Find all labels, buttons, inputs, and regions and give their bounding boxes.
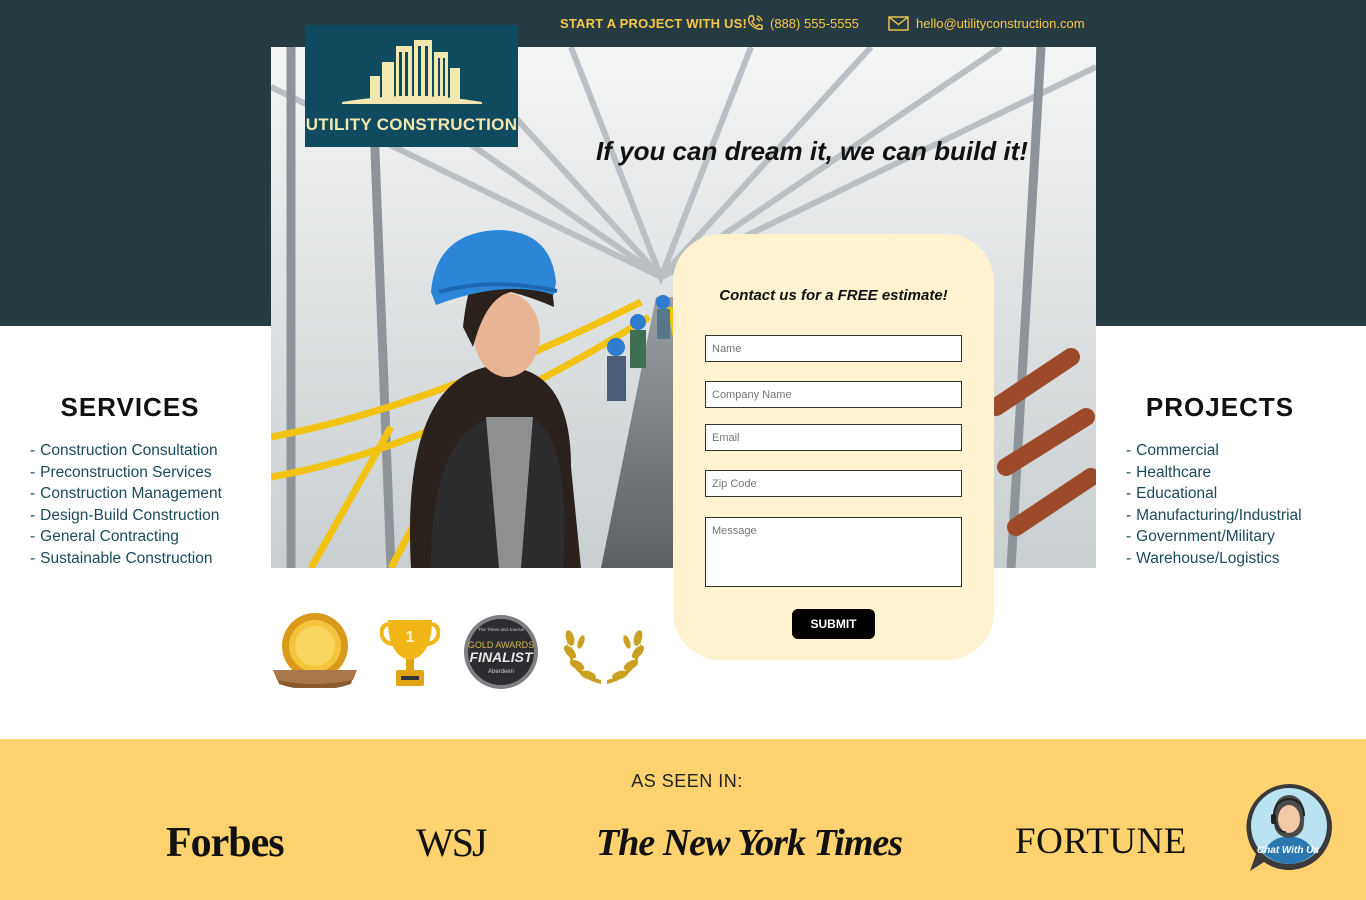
building-icon (341, 40, 482, 109)
services-list: - Construction Consultation - Preconstruct… (30, 440, 230, 570)
chat-label: Chat With Us (1256, 845, 1320, 856)
project-item[interactable]: - Manufacturing/Industrial (1126, 505, 1314, 527)
mail-icon (888, 15, 909, 31)
services-section: SERVICES - Construction Consultation - Pre… (30, 392, 230, 570)
message-field[interactable] (705, 517, 962, 587)
service-item[interactable]: - Construction Management (30, 483, 230, 505)
estimate-form: Contact us for a FREE estimate! SUBMIT (673, 234, 994, 660)
press-section: AS SEEN IN: Forbes WSJ The New York Time… (0, 739, 1366, 900)
as-seen-in-label: AS SEEN IN: (631, 771, 743, 791)
chat-widget-button[interactable] (1244, 782, 1334, 872)
svg-text:The Times and Journal: The Times and Journal (478, 627, 524, 632)
service-item[interactable]: - General Contracting (30, 526, 230, 548)
phone-icon (746, 14, 764, 32)
company-name-field[interactable] (705, 381, 962, 408)
services-heading: SERVICES (60, 392, 200, 422)
service-item[interactable]: - Construction Consultation (30, 440, 230, 462)
project-item[interactable]: - Government/Military (1126, 526, 1314, 548)
projects-list: - Commercial - Healthcare - Educational - Ma… (1126, 440, 1314, 570)
trophy-number: 1 (406, 629, 415, 646)
name-field[interactable] (705, 335, 962, 362)
svg-text:Aberdeen: Aberdeen (488, 669, 514, 675)
phone-number: (888) 555-5555 (770, 15, 859, 31)
fortune-logo: FORTUNE (1015, 821, 1187, 862)
award-seal-icon (271, 612, 359, 693)
logo-text: UTILITY CONSTRUCTION (305, 115, 518, 134)
email-link[interactable]: hello@utilityconstruction.com (888, 16, 1085, 31)
finalist-badge: The Times and Journal GOLD AWARDS FINALI… (463, 614, 539, 695)
hero-tagline: If you can dream it, we can build it! (596, 136, 1028, 166)
svg-text:FINALIST: FINALIST (470, 649, 534, 665)
start-project-link[interactable]: START A PROJECT WITH US! (560, 16, 747, 31)
wsj-logo: WSJ (416, 820, 488, 865)
submit-button[interactable]: SUBMIT (792, 609, 875, 639)
laurel-wreath-icon (561, 620, 647, 693)
email-field[interactable] (705, 424, 962, 451)
email-address: hello@utilityconstruction.com (916, 15, 1085, 31)
forbes-logo: Forbes (166, 820, 285, 866)
project-item[interactable]: - Warehouse/Logistics (1126, 548, 1314, 570)
company-logo[interactable]: UTILITY CONSTRUCTION (305, 25, 518, 147)
projects-section: PROJECTS - Commercial - Healthcare - Educat… (1126, 392, 1314, 570)
chat-agent-icon (1246, 784, 1332, 871)
projects-heading: PROJECTS (1145, 392, 1295, 422)
project-item[interactable]: - Commercial (1126, 440, 1314, 462)
zip-code-field[interactable] (705, 470, 962, 497)
project-item[interactable]: - Healthcare (1126, 462, 1314, 484)
phone-link[interactable]: (888) 555-5555 (746, 14, 859, 32)
service-item[interactable]: - Design-Build Construction (30, 505, 230, 527)
form-title: Contact us for a FREE estimate! (719, 287, 948, 304)
trophy-icon: 1 (379, 616, 441, 693)
project-item[interactable]: - Educational (1126, 483, 1314, 505)
service-item[interactable]: - Preconstruction Services (30, 462, 230, 484)
service-item[interactable]: - Sustainable Construction (30, 548, 230, 570)
contact-bar: START A PROJECT WITH US! (888) 555-5555 … (560, 12, 1085, 34)
nyt-logo: The New York Times (596, 822, 903, 864)
